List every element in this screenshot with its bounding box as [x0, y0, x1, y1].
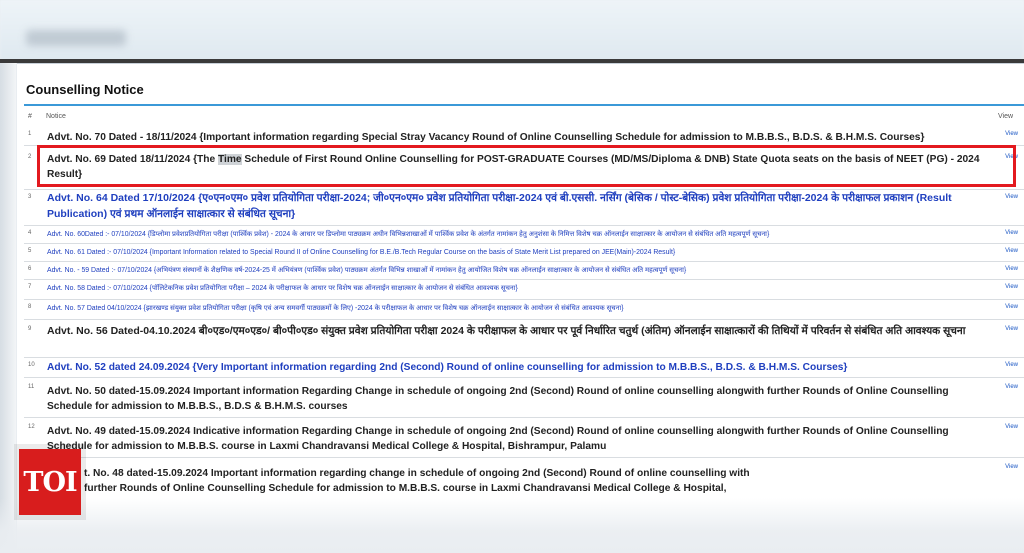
row-number: 6: [28, 266, 32, 272]
view-link[interactable]: View: [1005, 131, 1018, 137]
row-number: 12: [28, 424, 35, 430]
table-row: 6 Advt. No. - 59 Dated :- 07/10/2024 {अभ…: [24, 262, 1024, 280]
notice-link[interactable]: Advt. No. 56 Dated-04.10.2024 बी०एड०/एम०…: [47, 323, 992, 339]
table-row: 1 Advt. No. 70 Dated - 18/11/2024 {Impor…: [24, 127, 1024, 146]
view-link[interactable]: View: [1005, 304, 1018, 310]
notice-link[interactable]: Advt. No. 64 Dated 17/10/2024 {ए०एन०एम० …: [47, 190, 992, 222]
view-link[interactable]: View: [1005, 284, 1018, 290]
notice-link[interactable]: Advt. No. 57 Dated 04/10/2024 {झारखण्ड स…: [47, 303, 992, 315]
view-link[interactable]: View: [1005, 424, 1018, 430]
view-link[interactable]: View: [1005, 384, 1018, 390]
col-header-num: #: [28, 113, 32, 120]
row-number: 1: [28, 131, 32, 137]
view-link[interactable]: View: [1005, 248, 1018, 254]
view-link[interactable]: View: [1005, 464, 1018, 470]
table-row: 10 Advt. No. 52 dated 24.09.2024 {Very I…: [24, 358, 1024, 378]
notice-link[interactable]: Advt. No. 70 Dated - 18/11/2024 {Importa…: [47, 130, 992, 145]
row-number: 7: [28, 284, 32, 290]
row-number: 4: [28, 230, 32, 236]
table-row: 5 Advt. No. 61 Dated :- 07/10/2024 {Impo…: [24, 244, 1024, 262]
row-number: 3: [28, 194, 32, 200]
notice-link[interactable]: Advt. No. - 59 Dated :- 07/10/2024 {अभिय…: [47, 265, 992, 277]
row-number: 11: [28, 384, 35, 390]
notice-link[interactable]: Advt. No. 58 Dated :- 07/10/2024 {पॉलिटे…: [47, 283, 992, 295]
row-number: 8: [28, 304, 32, 310]
view-link[interactable]: View: [1005, 362, 1018, 368]
notice-link[interactable]: Advt. No. 60Dated :- 07/10/2024 {डिप्लोम…: [47, 229, 992, 241]
title-underline: [24, 104, 1024, 106]
notice-link[interactable]: Advt. No. 61 Dated :- 07/10/2024 {Import…: [47, 247, 992, 259]
panel-title: Counselling Notice: [26, 82, 144, 97]
row-number: 2: [28, 154, 32, 160]
view-link[interactable]: View: [1005, 194, 1018, 200]
table-row: 7 Advt. No. 58 Dated :- 07/10/2024 {पॉलि…: [24, 280, 1024, 300]
view-link[interactable]: View: [1005, 230, 1018, 236]
col-header-view: View: [998, 113, 1014, 120]
bottom-fade: [0, 498, 1024, 553]
notice-link[interactable]: t. No. 48 dated-15.09.2024 Important inf…: [84, 466, 774, 496]
view-link[interactable]: View: [1005, 266, 1018, 272]
table-row: 11 Advt. No. 50 dated-15.09.2024 Importa…: [24, 378, 1024, 418]
notice-link[interactable]: Advt. No. 52 dated 24.09.2024 {Very Impo…: [47, 360, 992, 375]
notice-link[interactable]: Advt. No. 49 dated-15.09.2024 Indicative…: [47, 424, 992, 454]
row-number: 9: [28, 326, 32, 332]
col-header-notice: Notice: [46, 113, 66, 120]
row-number: 5: [28, 248, 32, 254]
blurred-header: [0, 0, 1024, 60]
table-row: 4 Advt. No. 60Dated :- 07/10/2024 {डिप्ल…: [24, 226, 1024, 244]
table-row: 9 Advt. No. 56 Dated-04.10.2024 बी०एड०/ए…: [24, 320, 1024, 358]
table-row: 12 Advt. No. 49 dated-15.09.2024 Indicat…: [24, 418, 1024, 458]
table-row: 3 Advt. No. 64 Dated 17/10/2024 {ए०एन०एम…: [24, 190, 1024, 226]
view-link[interactable]: View: [1005, 326, 1018, 332]
highlight-box: [37, 145, 1016, 187]
blurred-site-title: [26, 30, 126, 46]
table-row: 8 Advt. No. 57 Dated 04/10/2024 {झारखण्ड…: [24, 300, 1024, 320]
row-number: 10: [28, 362, 35, 368]
counselling-notice-panel: Counselling Notice # Notice View 1 Advt.…: [17, 63, 1024, 553]
toi-logo: TOI: [19, 449, 81, 515]
notice-link[interactable]: Advt. No. 50 dated-15.09.2024 Important …: [47, 384, 992, 414]
